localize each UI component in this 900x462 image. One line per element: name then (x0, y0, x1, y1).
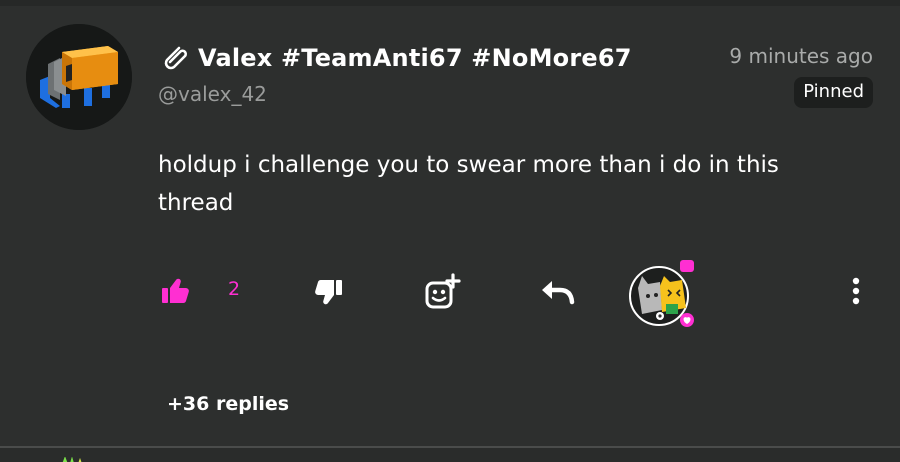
thumbs-up-icon (162, 278, 189, 304)
next-post-strip (0, 448, 900, 462)
reactor-avatar[interactable] (628, 260, 698, 330)
more-options-button[interactable] (842, 274, 870, 308)
post-timestamp: 9 minutes ago (729, 44, 873, 68)
add-reaction-icon (425, 273, 461, 309)
author-avatar[interactable] (26, 24, 132, 130)
post-body: holdup i challenge you to swear more tha… (158, 152, 779, 216)
author-name-row: Valex #TeamAnti67 #NoMore67 (158, 40, 632, 76)
paperclip-icon (164, 46, 187, 70)
reactor-avatar-art (629, 260, 694, 327)
like-button[interactable] (158, 274, 192, 308)
thumbs-down-icon (315, 279, 342, 305)
more-vertical-icon (852, 277, 860, 305)
reply-button[interactable] (538, 274, 576, 308)
top-border (0, 0, 900, 6)
author-display-name[interactable]: Valex #TeamAnti67 #NoMore67 (198, 44, 632, 72)
next-post-avatar-peek (56, 452, 90, 462)
pinned-badge: Pinned (794, 77, 873, 108)
next-avatar-icon (62, 456, 82, 462)
view-replies-link[interactable]: +36 replies (167, 393, 289, 415)
dislike-button[interactable] (312, 274, 346, 308)
add-reaction-button[interactable] (422, 272, 462, 312)
like-count: 2 (228, 278, 241, 300)
reply-arrow-icon (542, 281, 575, 305)
author-handle[interactable]: @valex_42 (158, 82, 267, 106)
avatar-art (26, 24, 132, 130)
action-bar: 2 (0, 256, 900, 327)
